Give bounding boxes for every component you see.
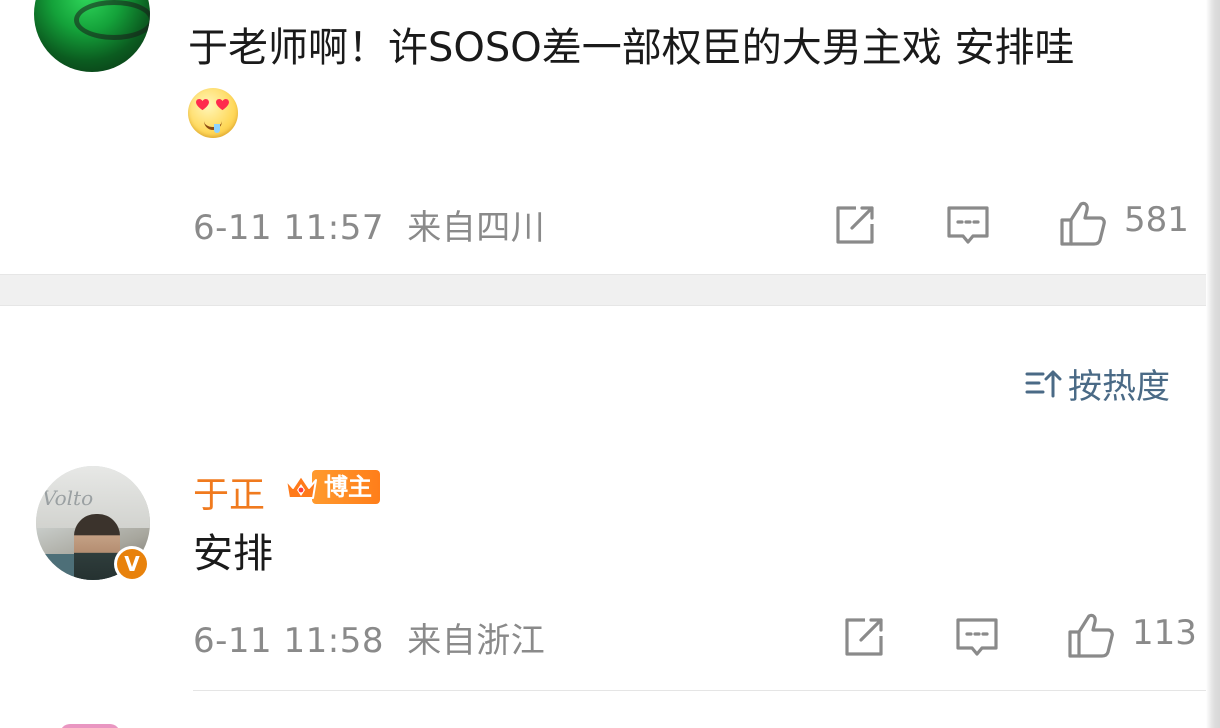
comment-meta: 6-11 11:57 来自四川 [193,200,545,249]
comment-page: 于老师啊！许SOSO差一部权臣的大男主戏 安排哇 6-11 11:57 来自四川… [0,0,1220,728]
section-divider [0,274,1220,306]
sort-label: 按热度 [1068,366,1170,407]
thumbs-up-icon[interactable] [1058,198,1108,248]
commenter-avatar[interactable] [60,724,120,728]
sort-toggle[interactable]: 按热度 [1024,361,1170,407]
crown-icon [285,475,317,499]
commenter-avatar[interactable] [34,0,150,72]
like-count: 113 [1132,613,1197,653]
comment-location: 来自浙江 [407,621,546,661]
scrollbar[interactable] [1206,0,1220,728]
comment-text: 于老师啊！许SOSO差一部权臣的大男主戏 安排哇 [188,25,1075,71]
comment-time: 6-11 11:58 [193,621,384,661]
comment-text: 安排 [193,531,273,577]
sort-icon [1025,370,1062,398]
blogger-badge-label: 博主 [312,470,380,504]
blogger-badge: 博主 [282,468,380,506]
comment-icon[interactable] [954,614,1000,660]
verified-badge: V [114,546,150,582]
thumbs-up-icon[interactable] [1066,610,1116,660]
like-count: 581 [1124,200,1189,240]
comment-meta: 6-11 11:58 来自浙江 [193,613,545,662]
verified-icon: V [124,552,140,576]
comment-location: 来自四川 [407,208,546,248]
username[interactable]: 于正 [193,466,265,518]
share-icon[interactable] [841,614,887,660]
comment-divider [193,690,1208,691]
share-icon[interactable] [832,202,878,248]
comment-icon[interactable] [945,202,991,248]
heart-eyes-drool-emoji [188,88,238,138]
comment-time: 6-11 11:57 [193,208,384,248]
